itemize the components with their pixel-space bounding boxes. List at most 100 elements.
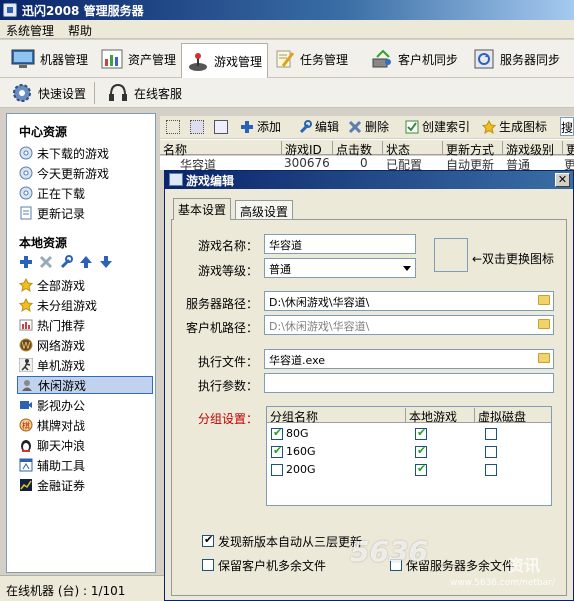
sidebar-item-chat[interactable]: 聊天冲浪 bbox=[19, 436, 151, 454]
disc-icon bbox=[19, 146, 33, 160]
local-game-checkbox[interactable] bbox=[415, 462, 427, 476]
game-icon-box[interactable] bbox=[434, 238, 468, 272]
generate-icon-button[interactable]: 生成图标 bbox=[481, 118, 547, 135]
close-icon[interactable]: ✕ bbox=[555, 173, 570, 187]
menu-help[interactable]: 帮助 bbox=[68, 22, 92, 39]
arrow-down-icon[interactable] bbox=[99, 255, 113, 269]
exe-file-input[interactable]: 华容道.exe bbox=[264, 349, 554, 369]
select-all-icon[interactable] bbox=[190, 120, 204, 134]
server-sync-button[interactable]: 服务器同步 bbox=[468, 43, 565, 75]
site-watermark-sub: 资讯 bbox=[508, 556, 541, 575]
group-row-160g[interactable]: 160G bbox=[267, 443, 551, 461]
quick-setup-button[interactable]: 快速设置 bbox=[6, 77, 91, 109]
client-path-input[interactable]: D:\休闲游戏\华容道\ bbox=[264, 315, 554, 335]
sidebar-item-finance[interactable]: 金融证券 bbox=[19, 476, 151, 494]
local-game-checkbox[interactable] bbox=[415, 426, 427, 440]
sidebar-item-label: 更新记录 bbox=[37, 206, 86, 221]
site-watermark: 5636 bbox=[350, 535, 428, 568]
add-game-button[interactable]: 添加 bbox=[240, 118, 281, 135]
auto-update-checkbox[interactable] bbox=[202, 533, 214, 547]
headset-icon bbox=[107, 82, 129, 104]
star-wand-icon bbox=[481, 119, 497, 134]
arrow-up-icon[interactable] bbox=[79, 255, 93, 269]
sidebar-item-ungrouped[interactable]: 未分组游戏 bbox=[18, 296, 151, 314]
virtual-disk-checkbox[interactable] bbox=[485, 446, 497, 458]
game-name-input[interactable]: 华容道 bbox=[264, 234, 416, 254]
group-checkbox[interactable] bbox=[271, 444, 283, 458]
col-update-mode[interactable]: 更新方式 bbox=[442, 141, 494, 157]
col-status[interactable]: 状态 bbox=[382, 141, 410, 157]
col-name[interactable]: 名称 bbox=[160, 141, 187, 157]
star-icon bbox=[18, 277, 34, 293]
client-sync-icon bbox=[371, 49, 393, 69]
task-manage-button[interactable]: 任务管理 bbox=[270, 43, 353, 75]
col-group-name[interactable]: 分组名称 bbox=[267, 408, 318, 424]
table-row[interactable]: 华容道 300676 0 已配置 自动更新 普通 更 bbox=[160, 156, 574, 170]
game-manage-label: 游戏管理 bbox=[214, 55, 263, 69]
sidebar-item-downloading[interactable]: 正在下载 bbox=[19, 184, 151, 202]
sidebar-item-label: 未分组游戏 bbox=[37, 298, 98, 313]
sidebar-item-label: 正在下载 bbox=[37, 186, 86, 201]
sidebar-item-label: 辅助工具 bbox=[37, 458, 86, 473]
col-more[interactable]: 更 bbox=[562, 141, 574, 157]
delete-icon[interactable] bbox=[39, 255, 53, 269]
folder-icon[interactable] bbox=[538, 319, 550, 329]
col-clicks[interactable]: 点击数 bbox=[332, 141, 372, 157]
search-box[interactable]: 搜 bbox=[560, 117, 574, 136]
sidebar-item-undownloaded[interactable]: 未下载的游戏 bbox=[19, 144, 151, 162]
tab-basic-settings[interactable]: 基本设置 bbox=[173, 198, 232, 220]
group-checkbox[interactable] bbox=[271, 426, 283, 440]
main-toolbar: 机器管理 资产管理 游戏管理 任务管理 客户机同步 服务器同步 bbox=[0, 40, 574, 79]
site-watermark-url: www.5636.com/netbar/ bbox=[450, 578, 555, 588]
create-index-button[interactable]: 创建索引 bbox=[405, 118, 470, 135]
col-virtual-disk[interactable]: 虚拟磁盘 bbox=[474, 408, 526, 424]
runner-icon bbox=[18, 357, 34, 373]
sidebar-item-label: 网络游戏 bbox=[37, 338, 86, 353]
tab-advanced-settings[interactable]: 高级设置 bbox=[235, 200, 294, 219]
delete-game-button[interactable]: 删除 bbox=[348, 118, 389, 135]
add-icon[interactable] bbox=[19, 255, 33, 269]
edit-game-button[interactable]: 编辑 bbox=[298, 118, 339, 135]
virtual-disk-checkbox[interactable] bbox=[485, 428, 497, 440]
penguin-icon bbox=[19, 438, 33, 452]
game-manage-button[interactable]: 游戏管理 bbox=[181, 43, 269, 79]
select-icon[interactable] bbox=[166, 120, 180, 134]
sidebar-item-update-log[interactable]: 更新记录 bbox=[19, 204, 151, 222]
col-game-id[interactable]: 游戏ID bbox=[281, 141, 322, 157]
sidebar-item-all-games[interactable]: 全部游戏 bbox=[18, 276, 151, 294]
window-title-bar: 迅闪2008 管理服务器 bbox=[0, 0, 574, 20]
monitor-icon bbox=[11, 49, 35, 69]
app-icon bbox=[3, 3, 17, 17]
sidebar-item-video-office[interactable]: 影视办公 bbox=[19, 396, 151, 414]
folder-icon[interactable] bbox=[538, 295, 550, 305]
exe-params-input[interactable] bbox=[264, 373, 554, 393]
sidebar-item-tools[interactable]: 辅助工具 bbox=[19, 456, 151, 474]
col-level[interactable]: 游戏级别 bbox=[502, 141, 554, 157]
client-sync-button[interactable]: 客户机同步 bbox=[366, 43, 463, 75]
local-game-checkbox[interactable] bbox=[415, 444, 427, 458]
folder-icon[interactable] bbox=[538, 353, 550, 363]
group-checkbox[interactable] bbox=[271, 464, 283, 476]
sidebar-item-label: 休闲游戏 bbox=[38, 378, 87, 393]
virtual-disk-checkbox[interactable] bbox=[485, 464, 497, 476]
group-row-200g[interactable]: 200G bbox=[267, 461, 551, 479]
sidebar-item-casual-games[interactable]: 休闲游戏 bbox=[17, 376, 153, 394]
col-local-game[interactable]: 本地游戏 bbox=[405, 408, 457, 424]
wrench-icon[interactable] bbox=[59, 255, 73, 269]
online-support-button[interactable]: 在线客服 bbox=[102, 77, 187, 109]
sidebar-item-today-updated[interactable]: 今天更新游戏 bbox=[19, 164, 151, 182]
game-level-select[interactable]: 普通 bbox=[264, 258, 416, 278]
keep-client-files-checkbox[interactable] bbox=[202, 559, 214, 571]
server-path-input[interactable]: D:\休闲游戏\华容道\ bbox=[264, 291, 554, 311]
sidebar-item-hot[interactable]: 热门推荐 bbox=[19, 316, 151, 334]
casual-game-icon bbox=[20, 378, 34, 392]
menu-system[interactable]: 系统管理 bbox=[6, 22, 54, 39]
sidebar-item-single-games[interactable]: 单机游戏 bbox=[18, 356, 151, 374]
quick-setup-label: 快速设置 bbox=[38, 86, 87, 101]
sidebar-item-online-games[interactable]: W 网络游戏 bbox=[19, 336, 151, 354]
machine-manage-button[interactable]: 机器管理 bbox=[6, 43, 93, 75]
grid-view-icon[interactable] bbox=[214, 120, 228, 134]
sidebar-item-board-games[interactable]: 棋 棋牌对战 bbox=[19, 416, 151, 434]
asset-manage-button[interactable]: 资产管理 bbox=[96, 43, 181, 75]
group-row-80g[interactable]: 80G bbox=[267, 425, 551, 443]
